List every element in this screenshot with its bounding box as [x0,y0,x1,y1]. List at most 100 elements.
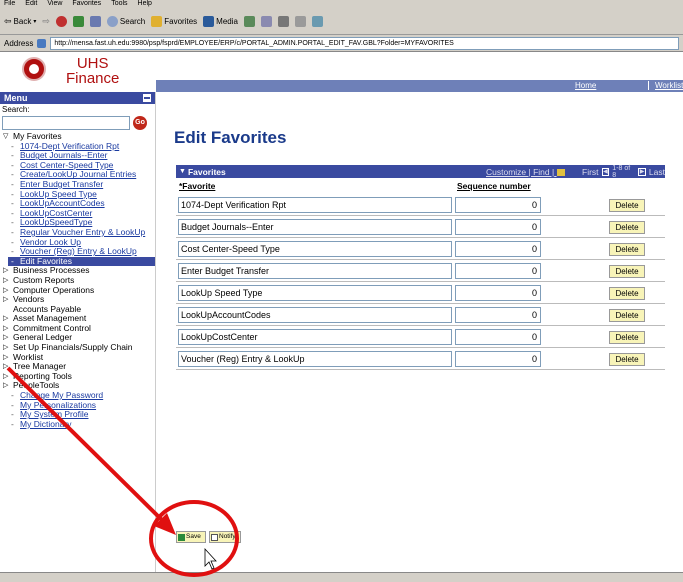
favorites-button[interactable]: Favorites [151,16,197,27]
delete-button[interactable]: Delete [609,265,645,278]
folder-expand-icon[interactable]: ▷ [3,372,11,382]
delete-button[interactable]: Delete [609,199,645,212]
sequence-number-input[interactable]: 0 [455,351,541,367]
home-icon[interactable] [89,16,101,27]
menu-profile-link[interactable]: - My Dictionary [3,419,155,430]
folder-expand-icon[interactable]: ▷ [3,266,11,276]
back-button[interactable]: ⇦ Back ▾ [4,16,36,27]
favorite-name-input[interactable]: Voucher (Reg) Entry & LookUp [178,351,452,367]
delete-button[interactable]: Delete [609,243,645,256]
browser-menu-item[interactable]: Help [138,0,152,7]
annotation-circle [149,500,239,577]
header-nav-bar [156,80,683,92]
worklist-link[interactable]: Worklist [648,81,683,90]
first-link[interactable]: First [582,167,599,177]
print-icon[interactable] [277,16,289,27]
logo-area: UHS Finance [0,52,156,92]
folder-expand-icon[interactable]: ▷ [3,362,11,372]
delete-button[interactable]: Delete [609,287,645,300]
last-link[interactable]: Last [649,167,665,177]
view-all-icon[interactable] [556,168,565,176]
media-icon [203,16,215,27]
delete-button[interactable]: Delete [609,353,645,366]
address-label: Address [4,38,34,48]
grid-pagination: First ◀ 1-8 of 8 ▶ Last [582,165,665,179]
folder-expand-icon[interactable]: ▷ [3,314,11,324]
favorites-grid-header: ▼ Favorites Customize | Find | First ◀ 1… [176,165,665,179]
favorite-name-input[interactable]: Enter Budget Transfer [178,263,452,279]
home-link[interactable]: Home [575,81,596,90]
next-arrow-icon[interactable]: ▶ [638,167,646,176]
folder-expand-icon[interactable]: ▷ [3,381,11,391]
history-icon[interactable] [243,16,255,27]
delete-button[interactable]: Delete [609,331,645,344]
favorite-name-input[interactable]: LookUpAccountCodes [178,307,452,323]
browser-menu-item[interactable]: Edit [25,0,37,7]
sequence-number-input[interactable]: 0 [455,241,541,257]
menu-search-input[interactable] [2,116,130,130]
grid-title: Favorites [187,166,226,177]
forward-arrow-icon[interactable]: ⇨ [42,16,50,27]
browser-menu-item[interactable]: Favorites [72,0,101,7]
minimize-icon[interactable] [143,94,151,102]
browser-menu-item[interactable]: File [4,0,15,7]
folder-expand-icon[interactable]: ▷ [3,295,11,305]
favorite-name-input[interactable]: LookUp Speed Type [178,285,452,301]
search-button[interactable]: Search [106,16,145,27]
favorite-name-input[interactable]: 1074-Dept Verification Rpt [178,197,452,213]
menu-tree: ▽ My Favorites -1074-Dept Verification Rpt… [0,131,155,430]
go-button[interactable]: Go [133,116,147,130]
left-menu: Menu Search: Go ▽ My Favorites -1074-Dept … [0,92,156,582]
table-row: 1074-Dept Verification Rpt 0 Delete [176,194,665,216]
folder-expand-icon[interactable]: ▷ [3,333,11,343]
table-row: Voucher (Reg) Entry & LookUp 0 Delete [176,348,665,370]
favorite-name-input[interactable]: Budget Journals--Enter [178,219,452,235]
back-arrow-icon: ⇦ [4,16,12,26]
delete-button[interactable]: Delete [609,221,645,234]
sequence-number-input[interactable]: 0 [455,197,541,213]
prev-arrow-icon[interactable]: ◀ [601,167,610,176]
folder-expand-icon[interactable]: ▷ [3,343,11,353]
sequence-number-input[interactable]: 0 [455,329,541,345]
folder-expand-icon[interactable]: ▷ [3,324,11,334]
sequence-number-input[interactable]: 0 [455,285,541,301]
favorite-name-input[interactable]: LookUpCostCenter [178,329,452,345]
browser-menu-item[interactable]: Tools [111,0,127,7]
browser-menubar: File Edit View Favorites Tools Help [0,0,683,9]
stop-icon[interactable] [55,16,67,27]
sequence-number-input[interactable]: 0 [455,307,541,323]
address-input[interactable]: http://mensa.fast.uh.edu:9980/psp/fsprd/… [50,36,679,50]
search-icon [106,16,118,27]
university-seal-icon [22,57,46,81]
media-button[interactable]: Media [203,16,238,27]
folder-expand-icon[interactable]: ▷ [3,286,11,296]
table-row: Enter Budget Transfer 0 Delete [176,260,665,282]
status-bar [0,572,683,582]
grid-column-headers: *Favorite Sequence number [176,180,665,193]
refresh-icon[interactable] [72,16,84,27]
delete-button[interactable]: Delete [609,309,645,322]
edit-icon[interactable] [294,16,306,27]
browser-toolbar: ⇦ Back ▾ ⇨ Search Favorites Media [0,9,683,35]
logo-text: UHS Finance [66,55,120,87]
table-row: LookUpAccountCodes 0 Delete [176,304,665,326]
mail-icon[interactable] [260,16,272,27]
folder-expand-icon[interactable]: ▷ [3,353,11,363]
favorites-icon [151,16,163,27]
table-row: LookUp Speed Type 0 Delete [176,282,665,304]
page-icon [37,38,47,48]
customize-find-link[interactable]: Customize | Find | [486,167,565,177]
table-row: LookUpCostCenter 0 Delete [176,326,665,348]
collapse-icon[interactable]: ▼ [179,168,186,175]
favorite-name-input[interactable]: Cost Center-Speed Type [178,241,452,257]
sequence-column-header[interactable]: Sequence number [457,181,531,191]
address-bar: Address http://mensa.fast.uh.edu:9980/ps… [0,35,683,52]
browser-menu-item[interactable]: View [47,0,62,7]
folder-expand-icon[interactable]: ▷ [3,276,11,286]
sequence-number-input[interactable]: 0 [455,219,541,235]
table-row: Budget Journals--Enter 0 Delete [176,216,665,238]
folder-collapse-icon[interactable]: ▽ [3,132,11,142]
discuss-icon[interactable] [311,16,323,27]
sequence-number-input[interactable]: 0 [455,263,541,279]
favorite-column-header[interactable]: *Favorite [179,181,215,191]
